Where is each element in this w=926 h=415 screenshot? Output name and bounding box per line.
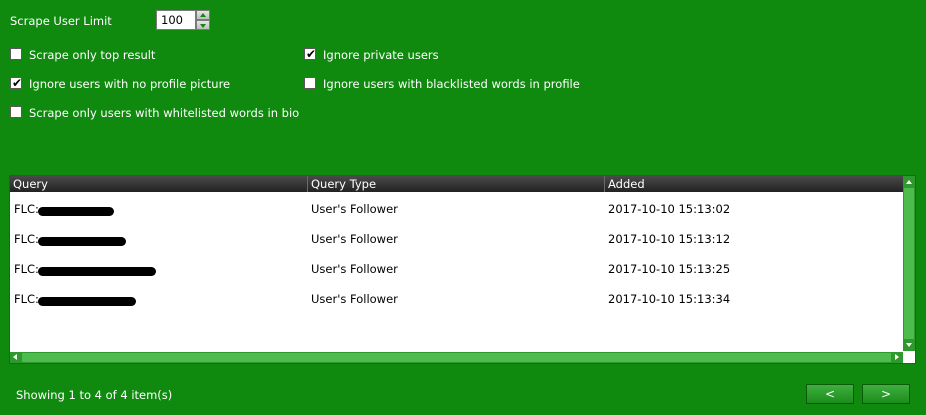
whitelisted-words-checkbox[interactable] — [10, 106, 22, 118]
table-row[interactable]: FLC: User's Follower 2017-10-10 15:13:12 — [10, 224, 903, 254]
spinner-up-button[interactable] — [196, 10, 210, 20]
scrape-limit-label: Scrape User Limit — [10, 14, 112, 28]
column-header-query-type[interactable]: Query Type — [308, 176, 605, 192]
redaction-mark — [38, 267, 156, 276]
added-cell: 2017-10-10 15:13:02 — [608, 202, 731, 216]
table-row[interactable]: FLC: User's Follower 2017-10-10 15:13:34 — [10, 284, 903, 314]
arrow-down-icon — [200, 24, 206, 28]
private-users-checkbox[interactable]: ✔ — [304, 47, 317, 61]
scrape-limit-input[interactable]: 100 — [156, 10, 196, 30]
grid-header: Query Query Type Added — [10, 176, 903, 192]
scroll-right-icon[interactable] — [895, 354, 899, 360]
added-cell: 2017-10-10 15:13:12 — [608, 232, 731, 246]
column-header-query[interactable]: Query — [10, 176, 308, 192]
private-users-label: Ignore private users — [323, 48, 439, 62]
arrow-up-icon — [200, 13, 206, 17]
scroll-down-icon[interactable] — [906, 343, 912, 347]
previous-page-button[interactable]: < — [806, 384, 854, 404]
scroll-left-icon[interactable] — [13, 354, 17, 360]
redaction-mark — [38, 297, 136, 306]
no-profile-picture-checkbox[interactable]: ✔ — [10, 76, 23, 90]
query-grid: Query Query Type Added FLC: User's Follo… — [9, 175, 916, 364]
whitelisted-words-label: Scrape only users with whitelisted words… — [29, 106, 300, 120]
table-row[interactable]: FLC: User's Follower 2017-10-10 15:13:02 — [10, 194, 903, 224]
horizontal-scroll-thumb[interactable] — [22, 353, 891, 362]
next-page-button[interactable]: > — [862, 384, 910, 404]
redaction-mark — [38, 237, 126, 246]
top-result-checkbox[interactable] — [10, 48, 22, 60]
column-header-added[interactable]: Added — [605, 176, 903, 192]
horizontal-scrollbar[interactable] — [10, 352, 903, 363]
no-profile-picture-label: Ignore users with no profile picture — [29, 77, 231, 91]
blacklisted-words-checkbox[interactable] — [304, 77, 316, 89]
vertical-scroll-thumb[interactable] — [904, 188, 914, 339]
added-cell: 2017-10-10 15:13:34 — [608, 292, 731, 306]
query-cell: FLC: — [14, 202, 39, 216]
query-cell: FLC: — [14, 232, 39, 246]
query-type-cell: User's Follower — [311, 232, 398, 246]
spinner-down-button[interactable] — [196, 20, 210, 30]
redaction-mark — [38, 207, 114, 216]
top-result-label: Scrape only top result — [29, 48, 156, 62]
checkmark-icon: ✔ — [12, 76, 23, 90]
pagination-status: Showing 1 to 4 of 4 item(s) — [16, 388, 173, 402]
blacklisted-words-label: Ignore users with blacklisted words in p… — [323, 77, 580, 91]
scrape-limit-spinner[interactable]: 100 — [156, 10, 210, 30]
scroll-up-icon[interactable] — [906, 180, 912, 184]
query-cell: FLC: — [14, 292, 39, 306]
table-row[interactable]: FLC: User's Follower 2017-10-10 15:13:25 — [10, 254, 903, 284]
query-type-cell: User's Follower — [311, 292, 398, 306]
query-type-cell: User's Follower — [311, 202, 398, 216]
checkmark-icon: ✔ — [306, 47, 317, 61]
query-cell: FLC: — [14, 262, 39, 276]
added-cell: 2017-10-10 15:13:25 — [608, 262, 731, 276]
vertical-scrollbar[interactable] — [903, 176, 915, 351]
query-type-cell: User's Follower — [311, 262, 398, 276]
